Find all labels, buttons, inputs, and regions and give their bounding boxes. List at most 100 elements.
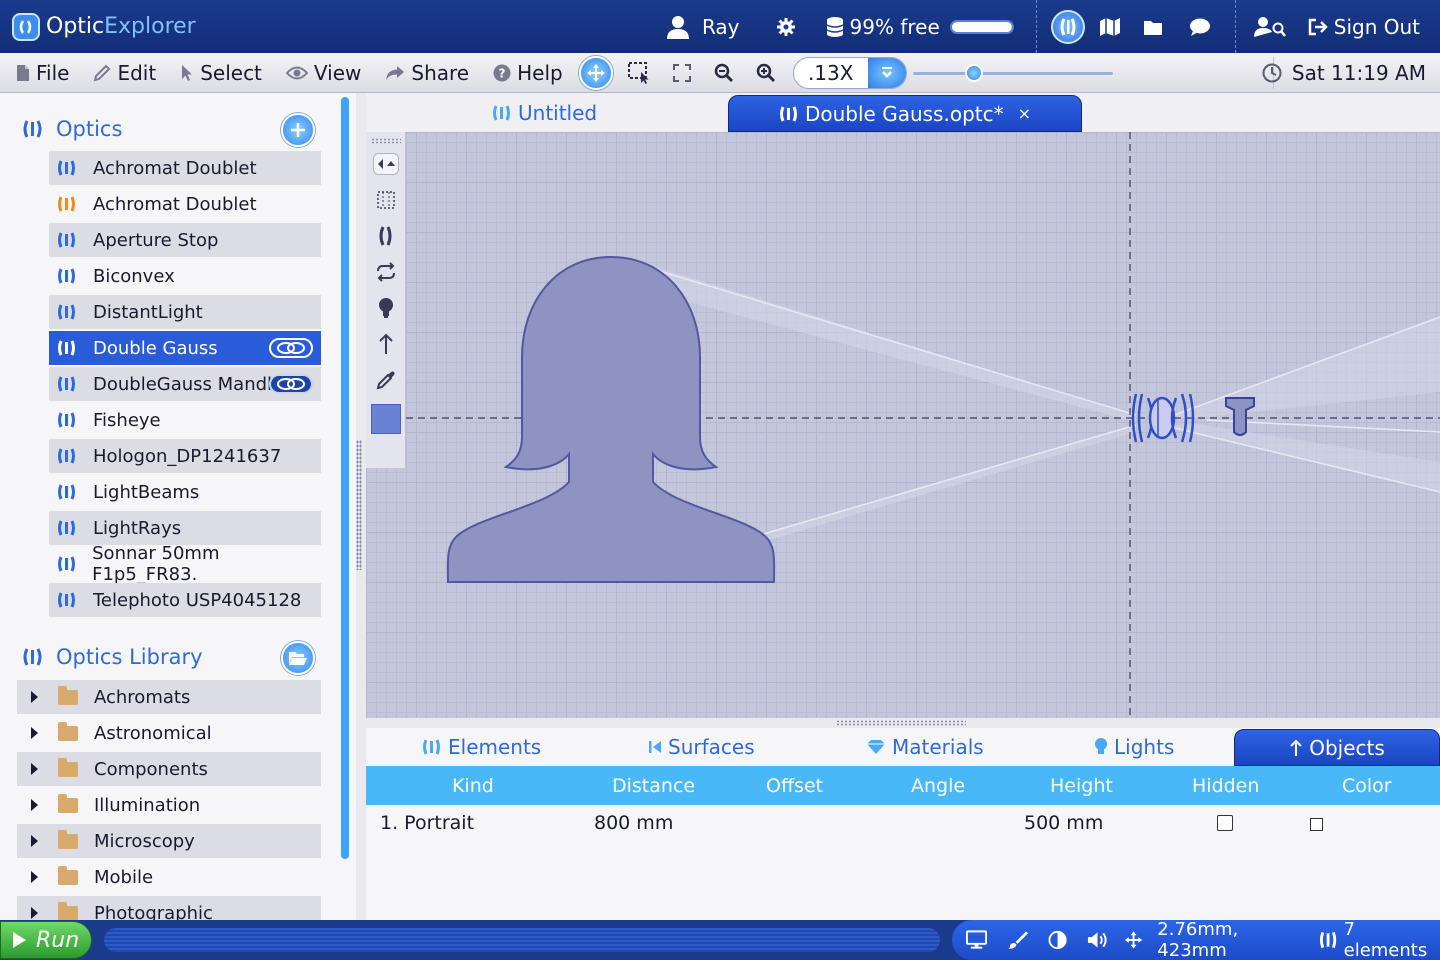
tool-surface-button[interactable] [370, 148, 402, 180]
panel-resize-grip[interactable] [836, 720, 966, 726]
folder-button[interactable] [1143, 18, 1163, 36]
menu-select[interactable]: Select [180, 61, 262, 85]
storage-indicator[interactable]: 99% free [826, 15, 1014, 39]
column-height[interactable]: Height [1050, 766, 1113, 805]
shared-link-icon[interactable] [269, 374, 313, 394]
expand-triangle-icon[interactable] [31, 835, 38, 847]
tool-mirror-button[interactable] [370, 256, 402, 288]
contrast-icon[interactable] [1048, 930, 1067, 950]
column-hidden[interactable]: Hidden [1192, 766, 1259, 805]
library-map-button[interactable] [1099, 17, 1121, 37]
column-offset[interactable]: Offset [766, 766, 823, 805]
plus-icon [291, 123, 305, 137]
sidebar-resize-grip[interactable] [356, 440, 362, 570]
zoom-select[interactable]: .13X [792, 56, 907, 89]
optics-list-item[interactable]: Achromat Doublet [49, 151, 321, 185]
expand-triangle-icon[interactable] [31, 763, 38, 775]
expand-triangle-icon[interactable] [31, 907, 38, 919]
tool-eyedropper-button[interactable] [370, 364, 402, 396]
optics-list-item[interactable]: Sonnar 50mm F1p5_FR83. [49, 543, 321, 585]
cell-distance[interactable]: 800 mm [594, 812, 673, 834]
zoom-out-button[interactable] [709, 58, 739, 88]
cell-kind[interactable]: 1. Portrait [380, 812, 474, 834]
optics-list-item[interactable]: DistantLight [49, 295, 321, 329]
column-kind[interactable]: Kind [452, 766, 494, 805]
lens-icon [23, 648, 42, 666]
tab-double-gauss[interactable]: Double Gauss.optc* × [728, 95, 1082, 132]
move-icon[interactable] [1124, 930, 1143, 950]
optics-list-item[interactable]: Fisheye [49, 403, 321, 437]
open-library-button[interactable] [281, 641, 315, 675]
zoom-slider-thumb[interactable] [964, 63, 983, 82]
expand-triangle-icon[interactable] [31, 799, 38, 811]
library-folder-item[interactable]: Photographic [17, 896, 321, 920]
hidden-checkbox[interactable] [1217, 815, 1233, 831]
optics-list-item[interactable]: Hologon_DP1241637 [49, 439, 321, 473]
expand-triangle-icon[interactable] [31, 727, 38, 739]
menu-help[interactable]: ? Help [493, 61, 563, 85]
settings-button[interactable] [776, 17, 796, 37]
tab-objects[interactable]: Objects [1234, 729, 1440, 766]
optics-list-item[interactable]: Biconvex [49, 259, 321, 293]
menu-edit[interactable]: Edit [93, 61, 156, 85]
app-brand[interactable]: Optic Explorer [12, 12, 196, 41]
zoom-out-icon [714, 63, 733, 82]
zoom-in-button[interactable] [751, 58, 781, 88]
tab-lights[interactable]: Lights [1094, 728, 1174, 766]
optics-list-item[interactable]: Achromat Doublet [49, 187, 321, 221]
column-angle[interactable]: Angle [911, 766, 965, 805]
tool-object-button[interactable] [370, 328, 402, 360]
library-folder-item[interactable]: Mobile [17, 860, 321, 894]
color-picker-swatch[interactable] [1310, 818, 1323, 831]
library-folder-item[interactable]: Achromats [17, 680, 321, 714]
zoom-slider[interactable] [912, 57, 1113, 89]
fit-view-button[interactable] [667, 58, 697, 88]
optics-list-item[interactable]: Double Gauss [49, 331, 321, 365]
tab-surfaces[interactable]: Surfaces [648, 728, 755, 766]
library-folder-item[interactable]: Components [17, 752, 321, 786]
brush-icon[interactable] [1007, 930, 1029, 950]
find-users-button[interactable] [1253, 16, 1286, 38]
cell-height[interactable]: 500 mm [1024, 812, 1103, 834]
menu-view[interactable]: View [285, 61, 361, 85]
document-tabs: Untitled Double Gauss.optc* × [366, 93, 1440, 132]
optics-mode-button[interactable] [1050, 9, 1085, 44]
expand-triangle-icon[interactable] [31, 691, 38, 703]
monitor-icon[interactable] [966, 930, 988, 950]
tab-materials[interactable]: Materials [866, 728, 984, 766]
optics-canvas[interactable] [366, 132, 1440, 718]
move-tool-button[interactable] [578, 55, 613, 90]
chat-button[interactable] [1189, 17, 1211, 37]
tool-light-button[interactable] [370, 292, 402, 324]
tool-lens-button[interactable] [370, 220, 402, 252]
zoom-slider-track [912, 71, 1113, 75]
tool-grid-button[interactable] [370, 184, 402, 216]
tab-close-button[interactable]: × [1018, 104, 1031, 123]
user-menu[interactable]: Ray [666, 14, 740, 40]
optics-list-item[interactable]: LightBeams [49, 475, 321, 509]
library-folder-item[interactable]: Illumination [17, 788, 321, 822]
column-distance[interactable]: Distance [612, 766, 695, 805]
expand-triangle-icon[interactable] [31, 871, 38, 883]
menu-file[interactable]: File [16, 61, 69, 85]
optics-list-item[interactable]: Aperture Stop [49, 223, 321, 257]
optics-list-item[interactable]: DoubleGauss Mandl. [49, 367, 321, 401]
optics-list-item[interactable]: Telephoto USP4045128 [49, 583, 321, 617]
volume-icon[interactable] [1087, 930, 1110, 950]
sidebar-scrollbar[interactable] [341, 97, 349, 859]
menu-share[interactable]: Share [385, 61, 469, 85]
add-optic-button[interactable] [281, 113, 315, 147]
sign-out-button[interactable]: Sign Out [1308, 15, 1420, 39]
optics-list-item[interactable]: LightRays [49, 511, 321, 545]
library-folder-item[interactable]: Astronomical [17, 716, 321, 750]
palette-grip[interactable] [370, 138, 401, 144]
shared-link-icon[interactable] [269, 338, 313, 358]
column-color[interactable]: Color [1342, 766, 1392, 805]
zoom-dropdown-button[interactable] [867, 57, 906, 88]
color-swatch[interactable] [370, 404, 401, 434]
run-button[interactable]: Run [0, 921, 92, 959]
marquee-select-button[interactable] [625, 58, 655, 88]
library-folder-item[interactable]: Microscopy [17, 824, 321, 858]
tab-untitled[interactable]: Untitled [492, 93, 597, 132]
tab-elements[interactable]: Elements [422, 728, 541, 766]
